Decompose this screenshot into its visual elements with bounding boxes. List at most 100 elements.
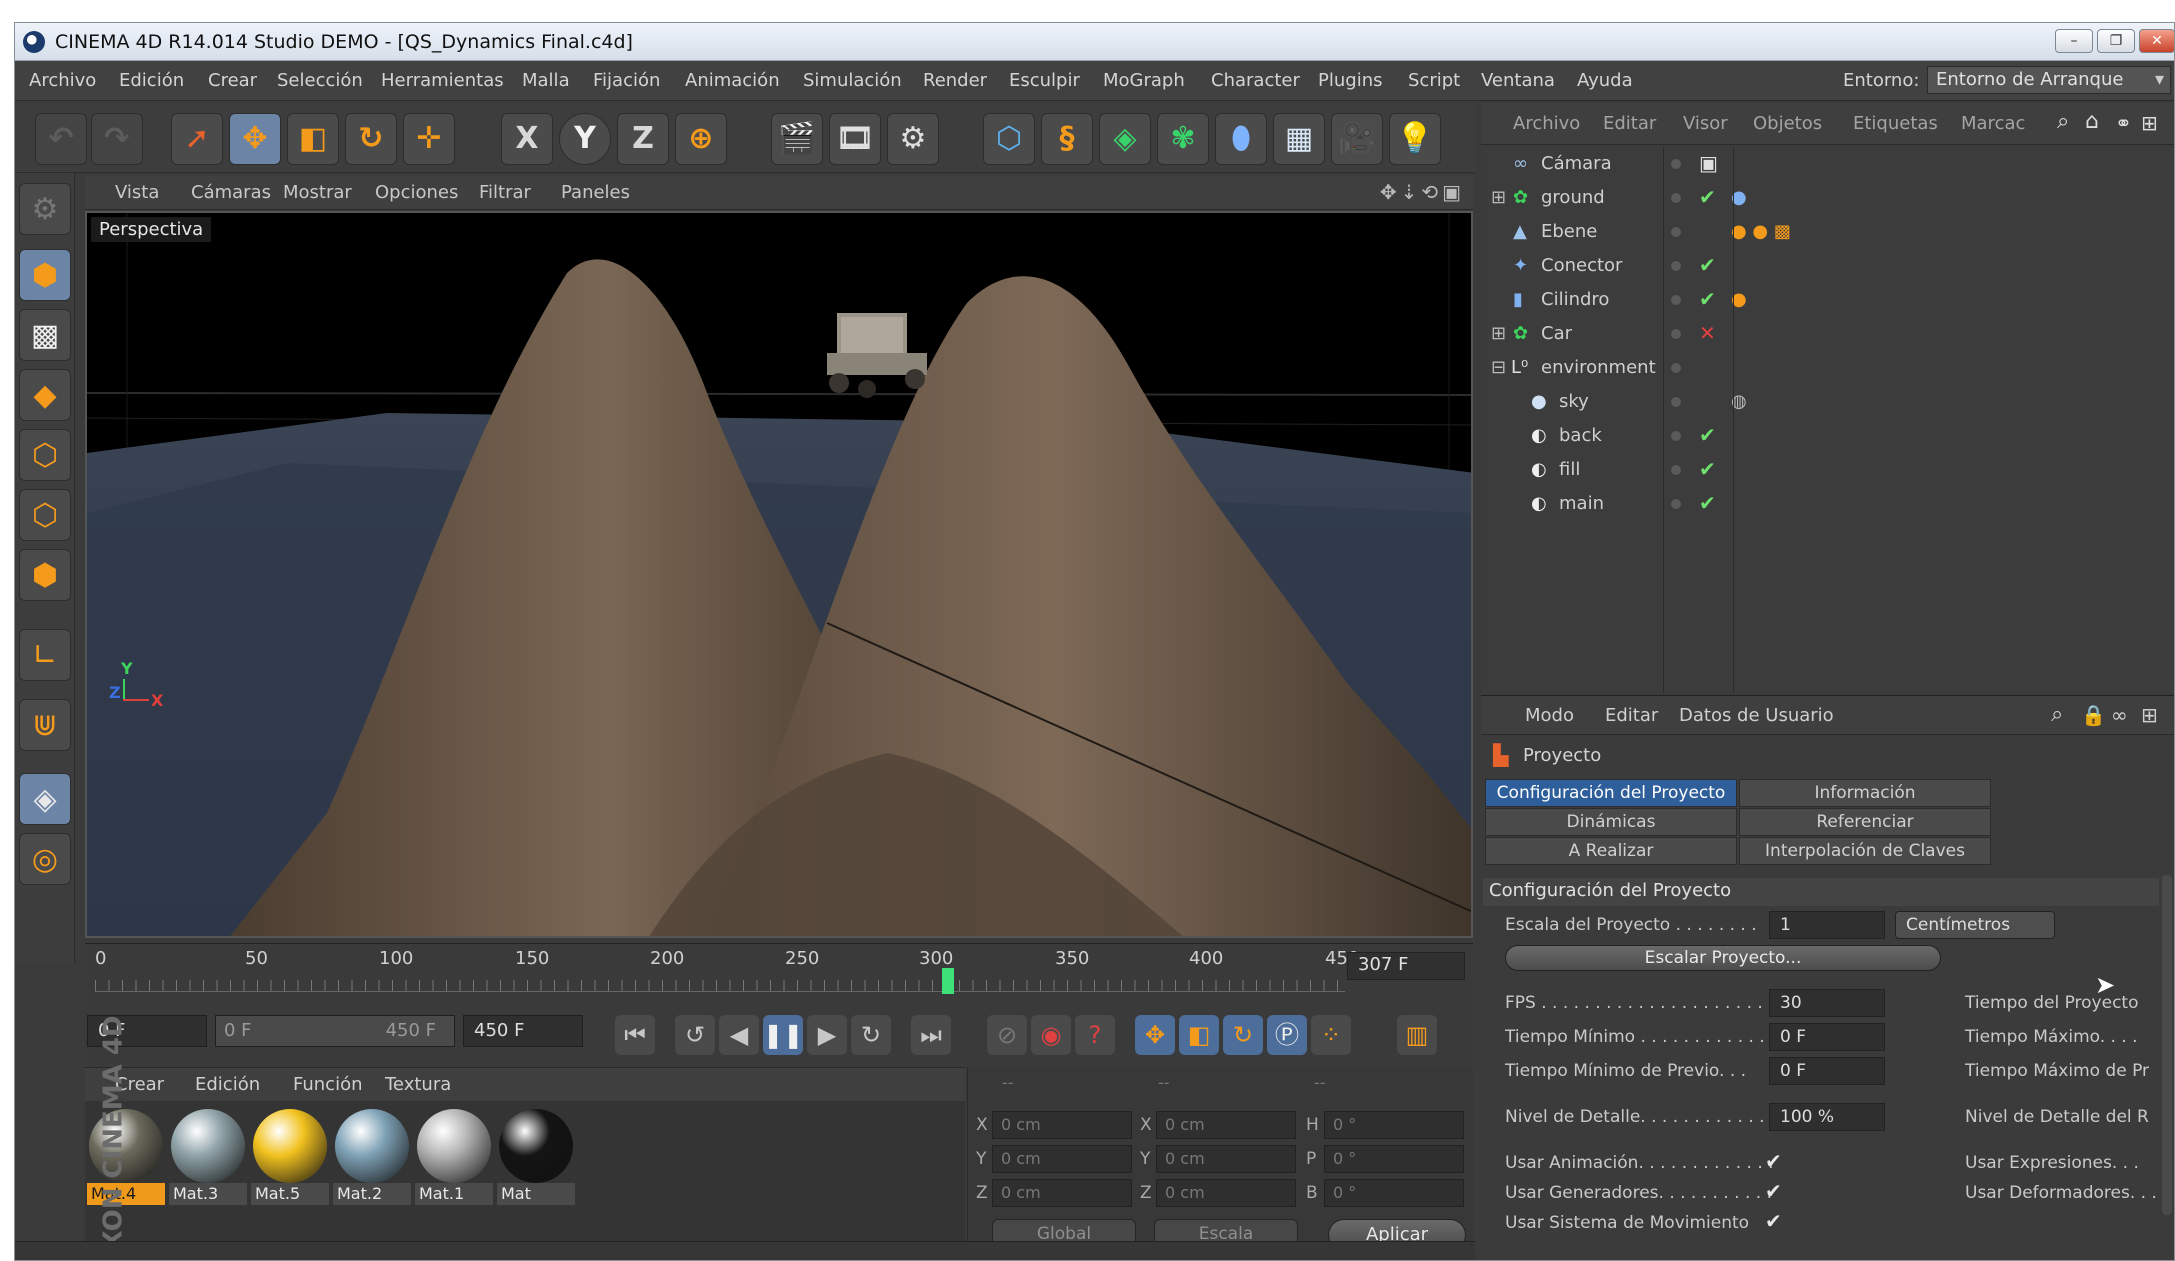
record-active-objects-icon[interactable]: ⊘: [987, 1015, 1027, 1055]
object-row[interactable]: ∞ Cámara ▣: [1481, 147, 2174, 181]
close-button[interactable]: ✕: [2139, 29, 2174, 53]
menu-plugins[interactable]: Plugins: [1318, 70, 1382, 91]
om-menu-etiquetas[interactable]: Etiquetas: [1853, 113, 1938, 134]
render-view-icon[interactable]: 🎬: [771, 113, 823, 165]
expand-icon[interactable]: ⊞: [1491, 323, 1506, 344]
tiempo-minimo-previo-field[interactable]: 0 F: [1769, 1057, 1885, 1085]
camera-icon[interactable]: 🎥: [1331, 113, 1383, 165]
pause-icon[interactable]: ❚❚: [763, 1015, 803, 1055]
unit-select[interactable]: Centímetros: [1895, 911, 2055, 939]
enabled-check-icon[interactable]: ✔: [1699, 287, 1716, 311]
object-row[interactable]: ⊞ ✿ Car ✕: [1481, 317, 2174, 351]
size-y-field[interactable]: 0 cm: [1156, 1145, 1296, 1173]
viewport-perspective[interactable]: Perspectiva Y Z X: [85, 211, 1473, 938]
render-picture-viewer-icon[interactable]: 🎞: [829, 113, 881, 165]
enabled-check-icon[interactable]: ✔: [1699, 457, 1716, 481]
model-mode-icon[interactable]: ⬢: [19, 249, 71, 301]
new-panel-icon[interactable]: ⊞: [2141, 111, 2158, 135]
recent-tool-icon[interactable]: ✛: [403, 113, 455, 165]
snap-icon[interactable]: ⋓: [19, 699, 71, 751]
previous-frame-icon[interactable]: ◀: [719, 1015, 759, 1055]
record-parameter-icon[interactable]: Ⓟ: [1267, 1015, 1307, 1055]
vertical-scrollbar[interactable]: [2162, 875, 2172, 1215]
edges-mode-icon[interactable]: ⬡: [19, 489, 71, 541]
visibility-dot[interactable]: [1671, 295, 1681, 305]
object-row[interactable]: ● sky ◍: [1481, 385, 2174, 419]
om-menu-editar[interactable]: Editar: [1603, 113, 1656, 134]
om-menu-archivo[interactable]: Archivo: [1513, 113, 1580, 134]
material-item[interactable]: Mat.3: [169, 1109, 247, 1205]
rotation-h-field[interactable]: 0 °: [1324, 1111, 1464, 1139]
visibility-dot[interactable]: [1671, 397, 1681, 407]
axis-mode-icon[interactable]: ∟: [19, 629, 71, 681]
visibility-dot[interactable]: [1671, 227, 1681, 237]
cube-primitive-icon[interactable]: ⬡: [983, 113, 1035, 165]
menu-seleccion[interactable]: Selección: [277, 70, 363, 91]
menu-fijacion[interactable]: Fijación: [593, 70, 660, 91]
material-item[interactable]: Mat.1: [415, 1109, 493, 1205]
keyframe-selection-icon[interactable]: ?: [1075, 1015, 1115, 1055]
menu-mograph[interactable]: MoGraph: [1103, 70, 1185, 91]
visibility-dot[interactable]: [1671, 431, 1681, 441]
column-divider[interactable]: [1663, 147, 1664, 693]
rotation-p-field[interactable]: 0 °: [1324, 1145, 1464, 1173]
subdivision-surface-icon[interactable]: ◈: [1099, 113, 1151, 165]
rotate-tool-icon[interactable]: ↻: [345, 113, 397, 165]
visibility-dot[interactable]: [1671, 261, 1681, 271]
coordinate-system-icon[interactable]: ⊕: [675, 113, 727, 165]
expand-icon[interactable]: ⊞: [1491, 187, 1506, 208]
am-menu-modo[interactable]: Modo: [1525, 705, 1574, 726]
position-y-field[interactable]: 0 cm: [992, 1145, 1132, 1173]
material-menu-funcion[interactable]: Función: [293, 1074, 363, 1095]
escala-field[interactable]: 1: [1769, 911, 1885, 939]
redo-icon[interactable]: ↷: [91, 113, 143, 165]
enabled-check-icon[interactable]: ✔: [1699, 491, 1716, 515]
material-item[interactable]: Mat.2: [333, 1109, 411, 1205]
menu-ventana[interactable]: Ventana: [1481, 70, 1555, 91]
disabled-x-icon[interactable]: ✕: [1699, 321, 1716, 345]
end-frame-field[interactable]: 450 F: [463, 1015, 583, 1047]
go-to-start-icon[interactable]: ⏮: [615, 1015, 655, 1055]
menu-malla[interactable]: Malla: [522, 70, 570, 91]
material-item[interactable]: Mat.5: [251, 1109, 329, 1205]
home-icon[interactable]: ⌂: [2085, 109, 2099, 134]
tab-configuracion-proyecto[interactable]: Configuración del Proyecto: [1485, 779, 1737, 807]
viewport-navigation-icons[interactable]: ✥⇣⟲▣: [1380, 180, 1465, 204]
undo-icon[interactable]: ↶: [35, 113, 87, 165]
position-x-field[interactable]: 0 cm: [992, 1111, 1132, 1139]
position-z-field[interactable]: 0 cm: [992, 1179, 1132, 1207]
render-settings-icon[interactable]: ⚙: [887, 113, 939, 165]
enabled-check-icon[interactable]: ✔: [1699, 185, 1716, 209]
object-row[interactable]: ◐ main ✔: [1481, 487, 2174, 521]
search-icon[interactable]: ⌕: [2057, 109, 2069, 134]
tab-referenciar[interactable]: Referenciar: [1739, 808, 1991, 836]
size-z-field[interactable]: 0 cm: [1156, 1179, 1296, 1207]
deformer-icon[interactable]: ⬮: [1215, 113, 1267, 165]
fps-field[interactable]: 30: [1769, 989, 1885, 1017]
menu-character[interactable]: Character: [1211, 70, 1300, 91]
next-key-icon[interactable]: ↻: [851, 1015, 891, 1055]
menu-ayuda[interactable]: Ayuda: [1577, 70, 1633, 91]
viewport-menu-opciones[interactable]: Opciones: [375, 182, 458, 203]
next-frame-icon[interactable]: ▶: [807, 1015, 847, 1055]
search-icon[interactable]: ⌕: [2051, 702, 2063, 727]
am-menu-datos-usuario[interactable]: Datos de Usuario: [1679, 705, 1834, 726]
x-axis-lock-button[interactable]: X: [501, 113, 553, 165]
maximize-button[interactable]: ❐: [2097, 29, 2135, 53]
am-menu-editar[interactable]: Editar: [1605, 705, 1658, 726]
new-panel-icon[interactable]: ⊞: [2141, 703, 2158, 727]
menu-script[interactable]: Script: [1408, 70, 1460, 91]
visibility-dot[interactable]: [1671, 363, 1681, 373]
menu-archivo[interactable]: Archivo: [29, 70, 96, 91]
menu-edicion[interactable]: Edición: [119, 70, 184, 91]
tab-interpolacion-claves[interactable]: Interpolación de Claves: [1739, 837, 1991, 865]
light-icon[interactable]: 💡: [1389, 113, 1441, 165]
y-axis-lock-button[interactable]: Y: [559, 113, 611, 165]
menu-render[interactable]: Render: [923, 70, 987, 91]
tiempo-minimo-field[interactable]: 0 F: [1769, 1023, 1885, 1051]
record-rotation-icon[interactable]: ↻: [1223, 1015, 1263, 1055]
scheme-settings-icon[interactable]: ▥: [1397, 1015, 1437, 1055]
workplane-icon[interactable]: ◆: [19, 369, 71, 421]
polygons-mode-icon[interactable]: ⬢: [19, 549, 71, 601]
tab-dinamicas[interactable]: Dinámicas: [1485, 808, 1737, 836]
